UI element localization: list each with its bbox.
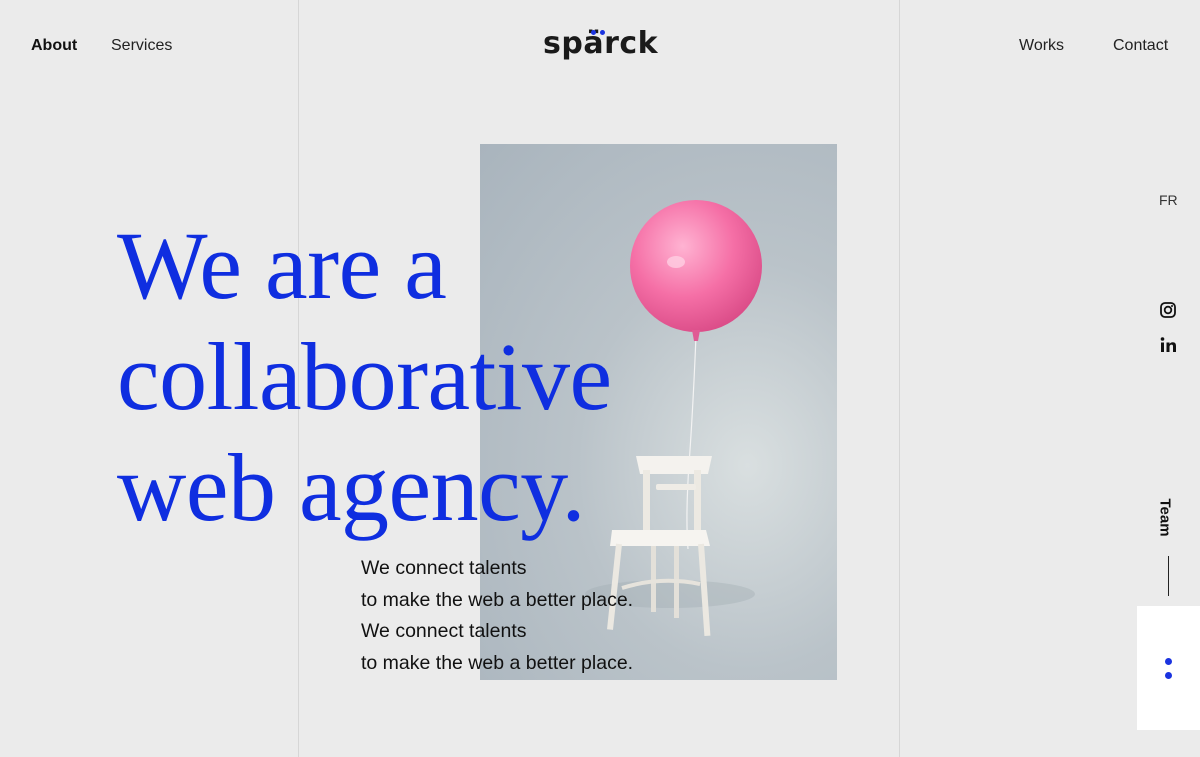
tagline-line: We connect talents xyxy=(361,620,527,642)
language-switch[interactable]: FR xyxy=(1159,192,1178,208)
linkedin-icon[interactable] xyxy=(1159,336,1177,354)
tagline-line: to make the web a better place. xyxy=(361,651,634,674)
headline-line: web agency. xyxy=(117,434,586,541)
nav-works[interactable]: Works xyxy=(1019,37,1064,55)
tagline-line: to make the web a better place. xyxy=(361,588,634,611)
headline-line: collaborative xyxy=(117,323,612,430)
instagram-icon[interactable] xyxy=(1159,301,1177,319)
team-link[interactable]: Team xyxy=(1156,495,1176,539)
logo-umlaut-dots xyxy=(591,30,607,36)
scroll-dot xyxy=(1165,658,1172,665)
scroll-dot xyxy=(1165,672,1172,679)
brand-logo[interactable]: spärck xyxy=(543,26,663,70)
headline-line: We are a xyxy=(117,212,447,319)
divider-right xyxy=(899,0,900,757)
hero-tagline: We connect talents to make the web a bet… xyxy=(361,553,633,679)
tagline-line: We connect talents xyxy=(361,557,527,579)
hero-headline: We are a collaborative web agency. xyxy=(117,210,612,543)
team-label: Team xyxy=(1156,498,1174,537)
scroll-indicator[interactable] xyxy=(1137,606,1200,730)
nav-about[interactable]: About xyxy=(31,37,77,55)
nav-services[interactable]: Services xyxy=(111,37,172,55)
team-line xyxy=(1168,556,1169,596)
nav-contact[interactable]: Contact xyxy=(1113,37,1168,55)
